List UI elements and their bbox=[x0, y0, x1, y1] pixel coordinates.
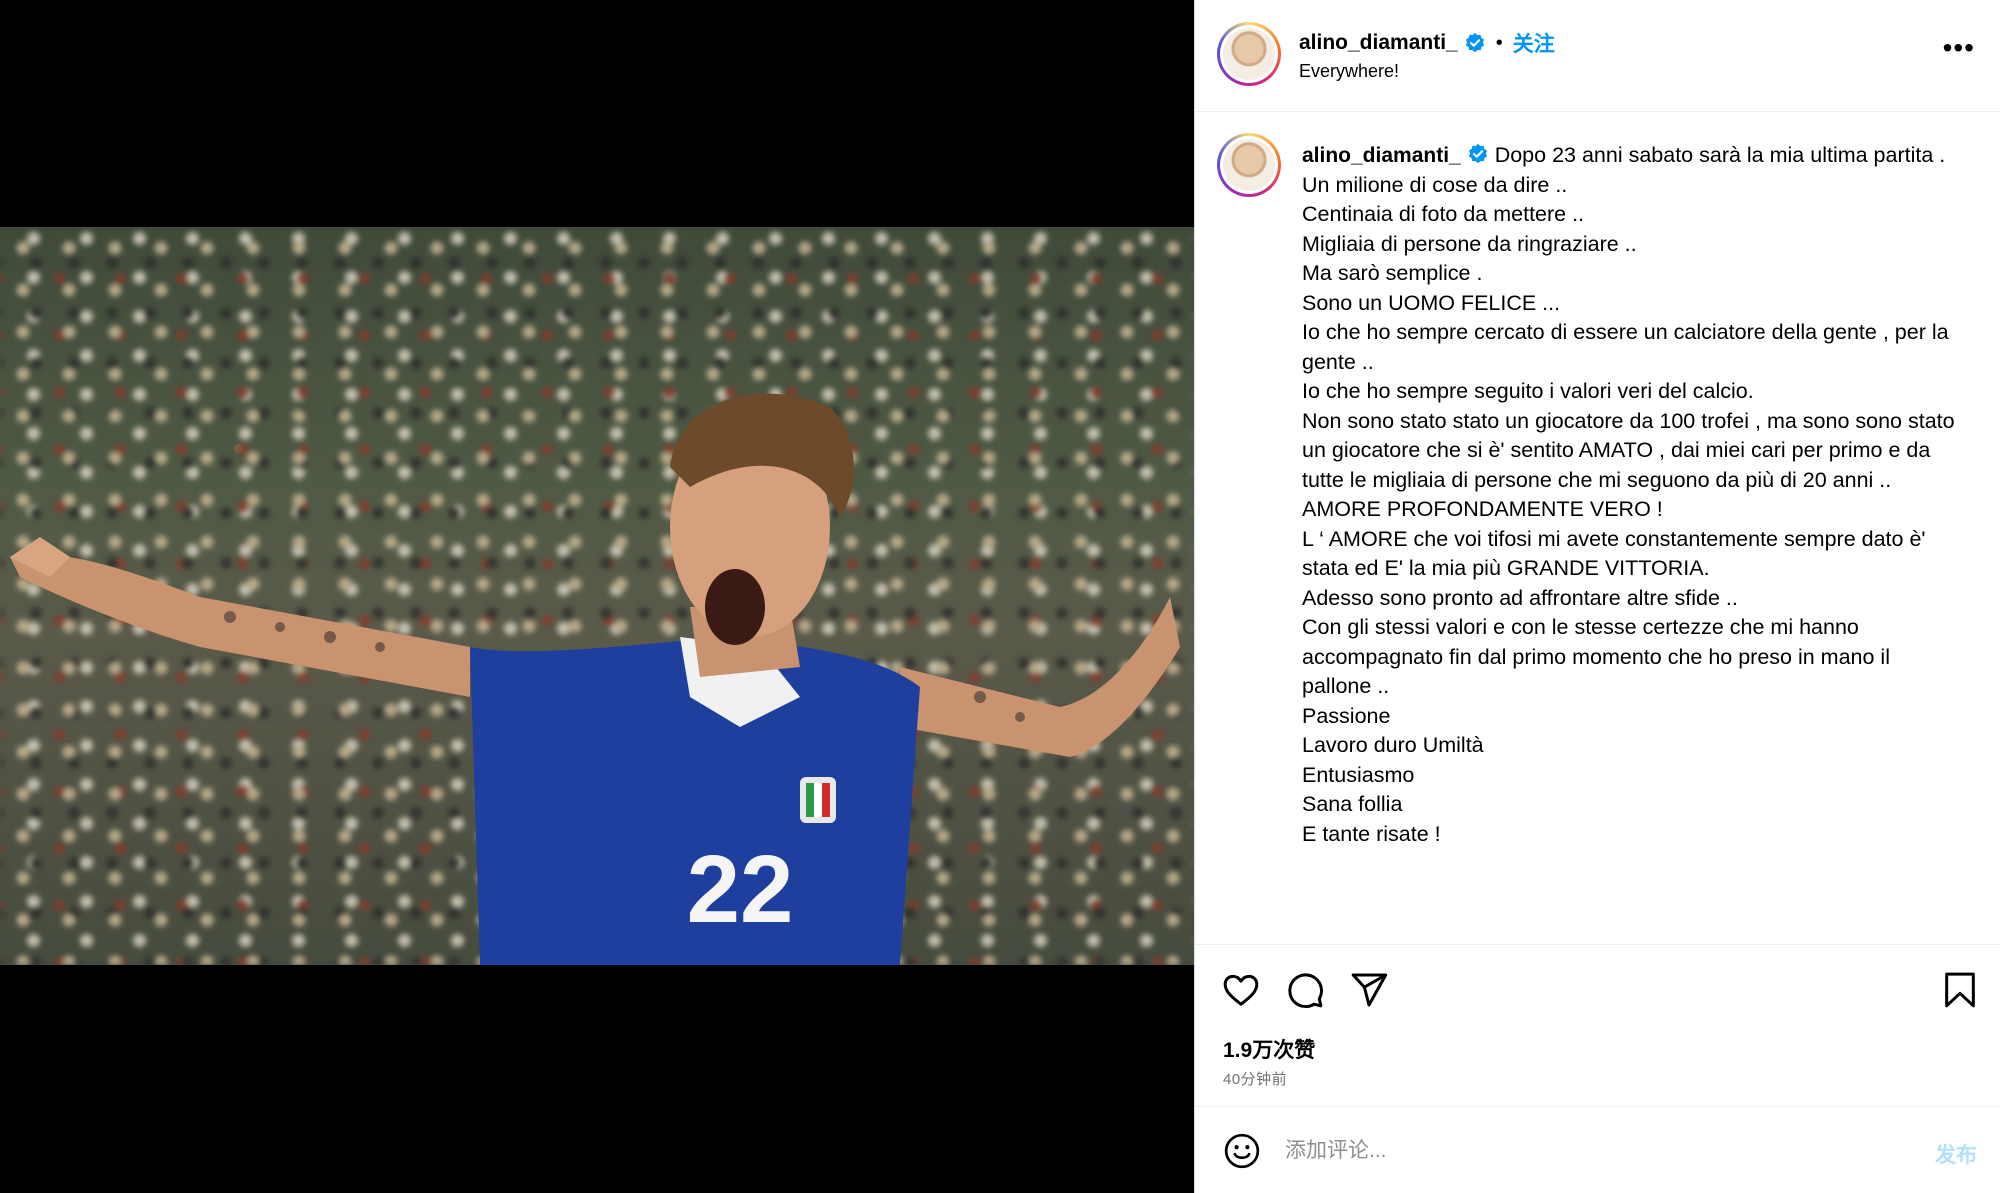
caption-line: Un milione di cose da dire .. bbox=[1302, 172, 1568, 197]
header-username[interactable]: alino_diamanti_ bbox=[1299, 31, 1458, 55]
post-side-panel: alino_diamanti_ • 关注 Everywhere! ••• ali… bbox=[1194, 0, 2000, 1193]
caption-line: Sana follia bbox=[1302, 792, 1403, 816]
heart-icon[interactable] bbox=[1221, 970, 1261, 1010]
caption-line: Centinaia di foto da mettere .. bbox=[1302, 202, 1585, 226]
caption-line: AMORE PROFONDAMENTE VERO ! bbox=[1302, 497, 1663, 521]
caption-area: alino_diamanti_ Dopo 23 anni sabato sarà… bbox=[1195, 113, 2000, 945]
more-options-icon[interactable]: ••• bbox=[1943, 34, 1975, 62]
post-timestamp[interactable]: 40分钟前 bbox=[1223, 1068, 1287, 1089]
caption-avatar[interactable] bbox=[1217, 133, 1281, 197]
caption-line: Ma sarò semplice . bbox=[1302, 261, 1483, 285]
verified-badge-icon bbox=[1468, 143, 1487, 164]
caption-line: Io che ho sempre cercato di essere un ca… bbox=[1302, 320, 1955, 374]
caption-username[interactable]: alino_diamanti_ bbox=[1302, 144, 1461, 167]
likes-count[interactable]: 1.9万次赞 bbox=[1223, 1034, 1315, 1064]
caption-line: Non sono stato stato un giocatore da 100… bbox=[1302, 408, 1961, 492]
player-figure: 22 bbox=[10, 393, 1180, 965]
share-icon[interactable] bbox=[1349, 970, 1389, 1010]
comment-bar: 发布 bbox=[1195, 1106, 2000, 1193]
post-comment-button[interactable]: 发布 bbox=[1935, 1139, 1977, 1169]
verified-badge-icon bbox=[1465, 32, 1484, 53]
caption-line: Lavoro duro Umiltà bbox=[1302, 733, 1484, 757]
post-actions: 1.9万次赞 40分钟前 bbox=[1195, 946, 2000, 1106]
caption-line: Con gli stessi valori e con le stesse ce… bbox=[1302, 615, 1896, 698]
caption-line: Passione bbox=[1302, 703, 1391, 728]
post-header: alino_diamanti_ • 关注 Everywhere! ••• bbox=[1195, 0, 2000, 112]
caption-line: L ‘ AMORE che voi tifosi mi avete consta… bbox=[1302, 526, 1932, 581]
caption-line: Io che ho sempre seguito i valori veri d… bbox=[1302, 379, 1754, 403]
comment-input[interactable] bbox=[1285, 1129, 1845, 1173]
smiley-icon[interactable] bbox=[1223, 1132, 1261, 1170]
caption-line: Sono un UOMO FELICE ... bbox=[1302, 290, 1561, 315]
caption-line: E tante risate ! bbox=[1302, 821, 1441, 846]
post-caption: alino_diamanti_ Dopo 23 anni sabato sarà… bbox=[1302, 141, 1962, 849]
bookmark-icon[interactable] bbox=[1940, 970, 1980, 1010]
post-photo: 22 bbox=[0, 227, 1194, 965]
separator-dot: • bbox=[1495, 31, 1503, 54]
comment-icon[interactable] bbox=[1285, 970, 1325, 1010]
jersey-number: 22 bbox=[687, 836, 794, 943]
caption-line: Entusiasmo bbox=[1302, 762, 1415, 787]
caption-line: Dopo 23 anni sabato sarà la mia ultima p… bbox=[1494, 143, 1946, 167]
caption-line: Adesso sono pronto ad affrontare altre s… bbox=[1302, 585, 1738, 610]
post-media[interactable]: 22 bbox=[0, 0, 1194, 1193]
follow-button[interactable]: 关注 bbox=[1513, 28, 1555, 58]
caption-line: Migliaia di persone da ringraziare .. bbox=[1302, 231, 1637, 256]
location-label[interactable]: Everywhere! bbox=[1299, 61, 1399, 82]
avatar[interactable] bbox=[1217, 22, 1281, 86]
